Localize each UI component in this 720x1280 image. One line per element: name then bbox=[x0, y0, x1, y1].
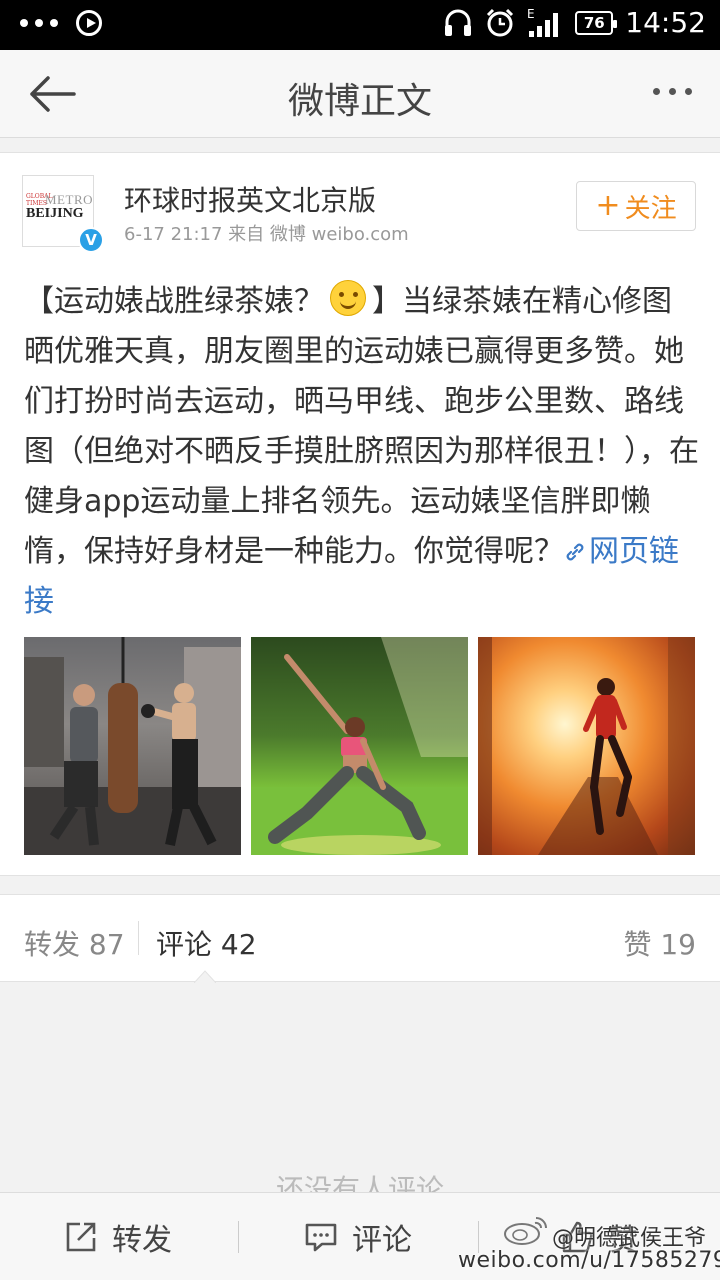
running-scene bbox=[478, 637, 695, 855]
link-icon bbox=[566, 543, 584, 561]
watermark-url: weibo.com/u/1758527981 bbox=[458, 1248, 720, 1273]
boxing-scene bbox=[24, 637, 241, 855]
post-stats-tabs: 转发 87 评论 42 赞 19 bbox=[0, 894, 720, 982]
comment-button[interactable]: 评论 bbox=[304, 1193, 412, 1280]
weibo-logo-icon bbox=[504, 1217, 547, 1245]
repost-button[interactable]: 转发 bbox=[64, 1193, 172, 1280]
status-bar: E 76 14:52 bbox=[0, 0, 720, 50]
follow-button[interactable]: + 关注 bbox=[576, 181, 696, 231]
verified-badge-icon: V bbox=[78, 227, 104, 253]
repost-icon bbox=[66, 1222, 96, 1252]
network-type: E bbox=[527, 7, 535, 21]
photo-running[interactable] bbox=[478, 637, 695, 855]
post-meta: 6-17 21:17 来自 微博 weibo.com bbox=[124, 224, 409, 245]
photo-boxing[interactable] bbox=[24, 637, 241, 855]
signal-icon: E bbox=[527, 7, 559, 37]
status-time: 14:52 bbox=[625, 6, 706, 39]
active-tab-pointer-icon bbox=[194, 970, 216, 983]
photo-yoga[interactable] bbox=[251, 637, 468, 855]
more-options-icon[interactable] bbox=[653, 88, 692, 95]
headphones-icon bbox=[445, 9, 472, 36]
tab-comment-count[interactable]: 评论 42 bbox=[156, 923, 257, 963]
page-title: 微博正文 bbox=[287, 81, 432, 122]
more-notifications-icon bbox=[20, 19, 58, 27]
play-icon bbox=[76, 10, 102, 36]
yoga-scene bbox=[251, 637, 468, 855]
tab-repost-count[interactable]: 转发 87 bbox=[24, 923, 125, 963]
comment-icon bbox=[305, 1223, 337, 1252]
plus-icon: + bbox=[595, 188, 621, 223]
follow-label: 关注 bbox=[624, 193, 677, 224]
post-body: 【运动婊战胜绿茶婊？ 】当绿茶婊在精心修图晒优雅天真，朋友圈里的运动婊已赢得更多赞… bbox=[24, 277, 700, 627]
avatar-logo-beijing: BEIJING bbox=[26, 206, 84, 221]
repost-label: 转发 bbox=[112, 1223, 172, 1258]
post-card: GLOBAL TIMES METRO BEIJING V 环球时报英文北京版 6… bbox=[0, 152, 720, 876]
author-name[interactable]: 环球时报英文北京版 bbox=[124, 179, 376, 219]
post-text-part1: 【运动婊战胜绿茶婊？ bbox=[24, 284, 324, 319]
avatar-logo-small: GLOBAL TIMES bbox=[26, 193, 53, 207]
bottom-divider bbox=[238, 1221, 239, 1253]
post-text-part2: 】当绿茶婊在精心修图晒优雅天真，朋友圈里的运动婊已赢得更多赞。她们打扮时尚去运动… bbox=[24, 284, 699, 569]
alarm-clock-icon bbox=[487, 8, 514, 36]
battery-level: 76 bbox=[583, 13, 605, 32]
battery-icon: 76 bbox=[575, 10, 618, 35]
tab-like-count[interactable]: 赞 19 bbox=[623, 923, 696, 963]
stats-divider bbox=[138, 921, 139, 955]
comment-label: 评论 bbox=[352, 1223, 412, 1258]
smile-emoji-icon bbox=[330, 280, 366, 316]
photo-grid bbox=[24, 637, 696, 855]
title-bar: 微博正文 bbox=[0, 50, 720, 138]
